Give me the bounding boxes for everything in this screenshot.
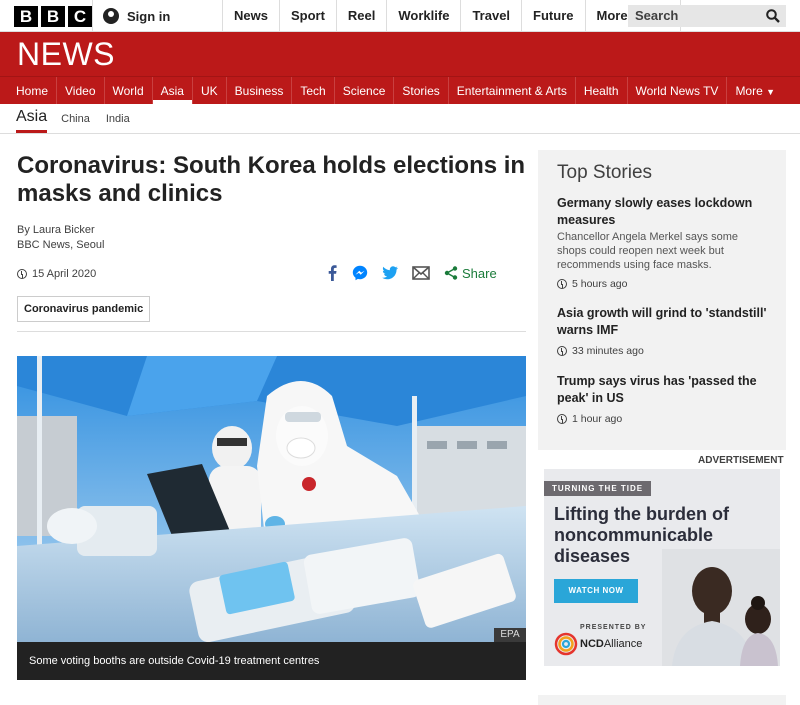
clock-icon xyxy=(557,279,567,289)
nav-video[interactable]: Video xyxy=(57,77,105,104)
top-story-item[interactable]: Asia growth will grind to 'standstill' w… xyxy=(557,305,767,357)
bbc-logo-letter: B xyxy=(14,6,38,27)
top-nav-travel[interactable]: Travel xyxy=(460,0,521,32)
news-header: NEWS xyxy=(0,32,800,76)
advertisement-label: ADVERTISEMENT xyxy=(698,455,784,466)
caret-down-icon: ▼ xyxy=(766,87,776,97)
sign-in-link[interactable]: Sign in xyxy=(92,0,216,32)
byline: By Laura Bicker BBC News, Seoul xyxy=(17,223,104,253)
top-story-time-text: 5 hours ago xyxy=(572,278,628,290)
email-icon[interactable] xyxy=(412,266,430,280)
sub-nav: Asia China India xyxy=(0,104,800,134)
nav-business[interactable]: Business xyxy=(227,77,293,104)
watch-now-button[interactable]: WATCH NOW xyxy=(554,579,638,603)
top-story-summary: Chancellor Angela Merkel says some shops… xyxy=(557,231,738,271)
advertisement[interactable]: TURNING THE TIDE Lifting the burden of n… xyxy=(544,469,780,666)
article-photo xyxy=(17,356,526,642)
topic-tag[interactable]: Coronavirus pandemic xyxy=(17,296,151,322)
top-nav: News Sport Reel Worklife Travel Future M… xyxy=(222,0,681,32)
top-nav-future[interactable]: Future xyxy=(521,0,584,32)
facebook-icon[interactable] xyxy=(326,265,338,281)
article-date: 15 April 2020 xyxy=(17,268,96,280)
nav-tech[interactable]: Tech xyxy=(292,77,335,104)
bbc-logo-letter: B xyxy=(41,6,65,27)
nav-home[interactable]: Home xyxy=(8,77,58,104)
top-nav-news[interactable]: News xyxy=(222,0,279,32)
nav-world-news-tv[interactable]: World News TV xyxy=(628,77,728,104)
image-credit: EPA xyxy=(494,628,526,642)
voting-booth-scene xyxy=(17,356,526,642)
nav-science[interactable]: Science xyxy=(335,77,395,104)
share-tools: Share xyxy=(326,265,497,281)
sub-nav-india[interactable]: India xyxy=(98,113,138,133)
top-nav-more-label: More xyxy=(596,8,628,23)
ad-presented-by: PRESENTED BY xyxy=(580,624,647,631)
search-placeholder: Search xyxy=(635,8,679,23)
image-caption: Some voting booths are outside Covid-19 … xyxy=(17,642,526,680)
user-icon xyxy=(103,8,119,24)
ad-headline: Lifting the burden of noncommunicable di… xyxy=(554,504,729,566)
top-story-headline[interactable]: Trump says virus has 'passed the peak' i… xyxy=(557,373,767,407)
top-nav-worklife[interactable]: Worklife xyxy=(386,0,460,32)
clock-icon xyxy=(17,269,27,279)
bbc-top-bar: B B C Sign in News Sport Reel Worklife T… xyxy=(0,0,800,32)
article-headline: Coronavirus: South Korea holds elections… xyxy=(17,152,526,207)
clock-icon xyxy=(557,414,567,424)
top-story-time-text: 33 minutes ago xyxy=(572,345,644,357)
top-stories-title: Top Stories xyxy=(557,162,653,183)
nav-asia[interactable]: Asia xyxy=(152,77,193,104)
bbc-logo[interactable]: B B C xyxy=(14,6,92,27)
share-label[interactable]: Share xyxy=(462,266,497,281)
ncd-alliance-logo: NCDAlliance xyxy=(554,632,642,656)
main-nav: Home Video World Asia UK Business Tech S… xyxy=(0,76,800,104)
author: By Laura Bicker xyxy=(17,224,95,236)
nav-uk[interactable]: UK xyxy=(193,77,227,104)
sign-in-label: Sign in xyxy=(127,8,171,24)
sidebar-next-panel xyxy=(538,695,786,705)
news-logo[interactable]: NEWS xyxy=(17,36,115,73)
messenger-icon[interactable] xyxy=(352,265,368,281)
top-nav-sport[interactable]: Sport xyxy=(278,0,336,32)
ad-kicker: TURNING THE TIDE xyxy=(544,481,652,496)
ad-sponsor-rest: Alliance xyxy=(603,638,643,650)
top-story-time: 5 hours ago xyxy=(557,278,767,290)
nav-entertainment-arts[interactable]: Entertainment & Arts xyxy=(449,77,576,104)
top-stories-panel: Top Stories Germany slowly eases lockdow… xyxy=(538,150,786,450)
nav-more-label: More xyxy=(735,84,763,98)
divider xyxy=(17,331,526,332)
date-text: 15 April 2020 xyxy=(32,268,97,280)
nav-world[interactable]: World xyxy=(105,77,153,104)
search-icon[interactable] xyxy=(766,9,780,23)
top-story-headline[interactable]: Asia growth will grind to 'standstill' w… xyxy=(557,305,767,339)
author-location: BBC News, Seoul xyxy=(17,239,105,251)
top-story-time: 33 minutes ago xyxy=(557,345,767,357)
sub-nav-china[interactable]: China xyxy=(53,113,98,133)
top-story-item[interactable]: Germany slowly eases lockdown measures C… xyxy=(557,195,767,290)
bbc-logo-letter: C xyxy=(68,6,92,27)
search-input[interactable]: Search xyxy=(628,5,786,27)
sub-nav-asia[interactable]: Asia xyxy=(16,108,48,133)
top-story-headline[interactable]: Germany slowly eases lockdown measures xyxy=(557,195,767,229)
share-icon[interactable] xyxy=(444,266,458,280)
twitter-icon[interactable] xyxy=(382,266,398,280)
nav-more[interactable]: More ▼ xyxy=(727,77,783,104)
nav-health[interactable]: Health xyxy=(576,77,628,104)
top-story-time: 1 hour ago xyxy=(557,413,767,425)
ncd-alliance-logo-icon xyxy=(554,632,578,656)
clock-icon xyxy=(557,346,567,356)
top-nav-reel[interactable]: Reel xyxy=(335,0,386,32)
nav-stories[interactable]: Stories xyxy=(394,77,449,104)
top-story-item[interactable]: Trump says virus has 'passed the peak' i… xyxy=(557,373,767,425)
top-story-time-text: 1 hour ago xyxy=(572,413,623,425)
ad-sponsor-bold: NCD xyxy=(580,638,604,650)
